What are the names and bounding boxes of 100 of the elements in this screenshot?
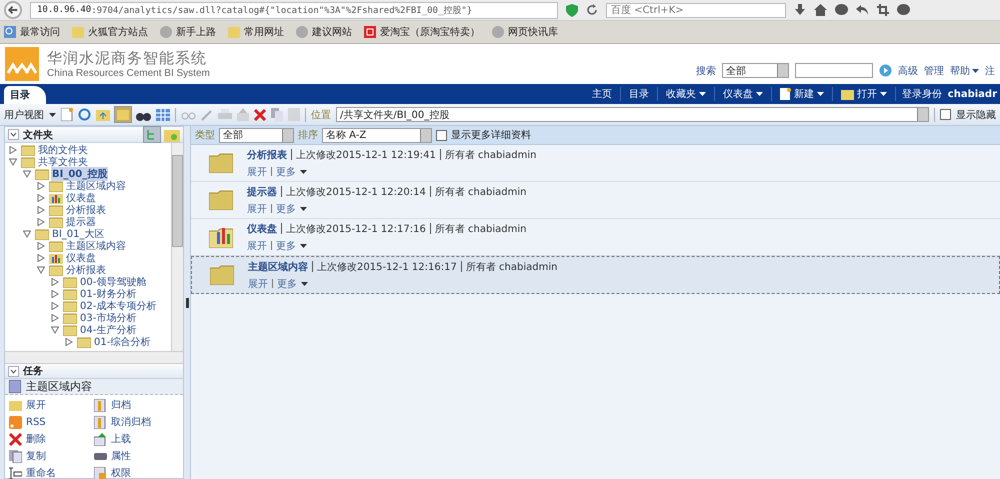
expander-icon[interactable] (37, 254, 45, 262)
caret-icon[interactable] (300, 244, 307, 248)
expand-link[interactable]: 展开 (247, 238, 267, 252)
tree-item[interactable]: 我的文件夹 (37, 143, 89, 157)
expander-icon[interactable] (9, 146, 17, 154)
caret-icon[interactable] (300, 170, 307, 174)
nav-link[interactable]: 打开 (832, 87, 895, 101)
caret-icon[interactable] (972, 68, 979, 72)
caret-icon[interactable] (300, 206, 307, 210)
expander-icon[interactable] (37, 218, 45, 226)
caret-icon[interactable] (301, 282, 308, 286)
task-link[interactable]: 展开 (26, 398, 46, 412)
bookmark-link[interactable]: 爱淘宝（原淘宝特卖） (380, 25, 480, 39)
task-link[interactable]: 权限 (111, 466, 131, 479)
more-menu[interactable]: 更多 (276, 202, 296, 216)
task-link[interactable]: RSS (26, 416, 46, 428)
page-tab[interactable]: 目录 (4, 86, 46, 104)
refresh-icon[interactable] (78, 108, 91, 121)
expand-link[interactable]: 展开 (247, 164, 267, 178)
bookmark-link[interactable]: 网页快讯库 (508, 25, 558, 39)
tree-item[interactable]: 共享文件夹 (37, 155, 89, 169)
tree-item[interactable]: 02-成本专项分析 (79, 299, 158, 313)
expander-icon[interactable] (51, 326, 59, 334)
task-link[interactable]: 属性 (111, 449, 131, 463)
search-field[interactable]: 百度 <Ctrl+K> (606, 2, 786, 18)
download-icon[interactable] (794, 4, 806, 16)
header-link[interactable]: 帮助 (950, 64, 970, 78)
back-button[interactable] (4, 1, 22, 19)
item-name[interactable]: 仪表盘 (247, 222, 277, 236)
bookmark-link[interactable]: 常用网址 (244, 25, 284, 39)
reload-icon[interactable] (586, 4, 598, 16)
address-field[interactable]: 10.0.96.40:9704/analytics/saw.dll?catalog#{"location"%3A"%2Fshared%2FBI_00_控股"} (30, 2, 558, 18)
tree-item[interactable]: 仪表盘 (65, 191, 97, 205)
checkbox[interactable] (940, 109, 951, 120)
item-name[interactable]: 分析报表 (247, 148, 287, 162)
user-name[interactable]: chabiadr (948, 88, 997, 100)
task-link[interactable]: 归档 (111, 398, 131, 412)
go-icon[interactable] (879, 64, 892, 77)
bookmark-link[interactable]: 建议网站 (312, 25, 352, 39)
view-menu[interactable]: 用户视图 (4, 108, 44, 122)
tree-item[interactable]: BI_01_大区 (51, 227, 106, 241)
expander-icon[interactable] (23, 170, 31, 178)
expander-icon[interactable] (37, 182, 45, 190)
tree-item[interactable]: 03-市场分析 (79, 311, 138, 325)
scope-dropdown[interactable]: 全部 (722, 63, 789, 78)
tree-item[interactable]: 分析报表 (65, 203, 107, 217)
header-link[interactable]: 管理 (924, 64, 944, 78)
tree-item[interactable]: 仪表盘 (65, 251, 97, 265)
expander-icon[interactable] (23, 230, 31, 238)
expand-link[interactable]: 展开 (247, 202, 267, 216)
nav-link[interactable]: 主页 (584, 87, 620, 101)
tree-item[interactable]: 主题区域内容 (65, 179, 127, 193)
tree-item[interactable]: BI_00_控股 (51, 167, 108, 181)
delete-icon[interactable] (254, 108, 266, 120)
location-field[interactable]: /共享文件夹/BI_00_控股 (336, 107, 929, 122)
expander-icon[interactable] (65, 338, 73, 346)
expander-icon[interactable] (37, 242, 45, 250)
bookmark-link[interactable]: 新手上路 (176, 25, 216, 39)
task-link[interactable]: 上载 (111, 432, 131, 446)
expander-icon[interactable] (37, 194, 45, 202)
bookmark-link[interactable]: 火狐官方站点 (88, 25, 148, 39)
checkbox[interactable] (436, 130, 447, 140)
collapse-button[interactable] (8, 366, 19, 376)
header-link[interactable]: 注 (985, 64, 995, 78)
folder-icon[interactable] (96, 108, 110, 120)
more-menu[interactable]: 更多 (276, 238, 296, 252)
type-dropdown[interactable]: 全部 (219, 128, 294, 142)
more-menu[interactable]: 更多 (276, 164, 296, 178)
crop-icon[interactable] (877, 4, 889, 16)
item-name[interactable]: 主题区域内容 (248, 260, 308, 274)
caret-icon[interactable] (49, 112, 56, 116)
task-link[interactable]: 删除 (26, 432, 46, 446)
tree-item[interactable]: 提示器 (65, 215, 97, 229)
task-link[interactable]: 重命名 (26, 466, 56, 479)
expander-icon[interactable] (37, 266, 45, 274)
tree-item[interactable]: 04-生产分析 (79, 323, 138, 337)
nav-link[interactable]: 新建 (770, 87, 832, 101)
task-link[interactable]: 取消归档 (111, 415, 151, 429)
scrollbar[interactable] (5, 351, 183, 364)
tree-item[interactable]: 00-领导驾驶舱 (79, 275, 148, 289)
catalog-item[interactable]: 主题区域内容 上次修改2015-12-1 12:16:17 所有者 chabiadmin 展开 更多 (191, 256, 1000, 294)
task-link[interactable]: 复制 (26, 449, 46, 463)
tree-item[interactable]: 01-综合分析 (93, 335, 152, 349)
sort-dropdown[interactable]: 名称 A-Z (322, 128, 432, 142)
grid-icon[interactable] (156, 108, 170, 120)
nav-link[interactable]: 目录 (620, 87, 657, 101)
expander-icon[interactable] (37, 206, 45, 214)
expander-icon[interactable] (51, 290, 59, 298)
expander-icon[interactable] (51, 302, 59, 310)
expand-link[interactable]: 展开 (248, 276, 268, 290)
tree-item[interactable]: 主题区域内容 (65, 239, 127, 253)
folder-icon[interactable] (164, 128, 180, 142)
nav-link[interactable]: 仪表盘 (714, 87, 771, 101)
header-link[interactable]: 高级 (898, 64, 918, 78)
expander-icon[interactable] (51, 278, 59, 286)
expander-icon[interactable] (51, 314, 59, 322)
undo-icon[interactable] (856, 4, 869, 16)
tree-item[interactable]: 分析报表 (65, 263, 107, 277)
bookmark-link[interactable]: 最常访问 (20, 25, 60, 39)
nav-link[interactable]: 收藏夹 (656, 87, 714, 101)
